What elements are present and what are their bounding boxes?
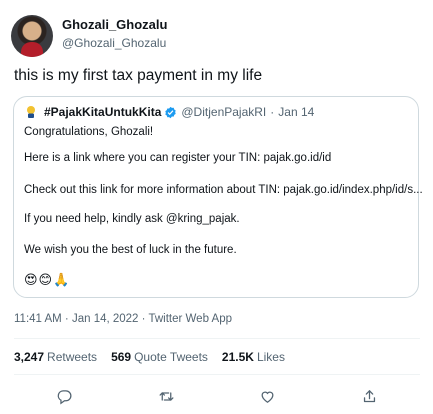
quoted-line-info: Check out this link for more information… <box>24 184 423 196</box>
retweet-button[interactable] <box>154 384 178 408</box>
action-bar <box>14 384 420 408</box>
quoted-meta-separator: · <box>270 105 275 119</box>
likes-label: Likes <box>256 350 285 364</box>
quoted-line-greeting: Congratulations, Ghozali! <box>24 126 154 138</box>
reply-button[interactable] <box>52 384 76 408</box>
likes-count: 21.5K <box>221 350 254 364</box>
quote-tweets-label: Quote Tweets <box>134 350 208 364</box>
quoted-emojis: 😍😊🙏 <box>24 272 71 287</box>
quoted-line-wish: We wish you the best of luck in the futu… <box>24 244 237 256</box>
reply-icon <box>57 389 71 404</box>
quoted-line-help: If you need help, kindly ask @kring_paja… <box>24 213 240 225</box>
author-block: Ghozali_Ghozalu @Ghozali_Ghozalu <box>62 16 167 52</box>
retweet-icon <box>158 391 174 401</box>
quoted-line-register: Here is a link where you can register yo… <box>24 152 332 164</box>
tweet-text: this is my first tax payment in my life <box>14 67 263 84</box>
quote-tweets-stat[interactable]: 569 Quote Tweets <box>111 350 208 364</box>
share-icon <box>363 389 375 402</box>
tweet-timestamp[interactable]: 11:41 AM · Jan 14, 2022 · Twitter Web Ap… <box>14 313 232 325</box>
divider <box>14 338 420 339</box>
author-handle[interactable]: @Ghozali_Ghozalu <box>62 34 167 52</box>
likes-stat[interactable]: 21.5K Likes <box>222 350 285 364</box>
quoted-tweet[interactable]: #PajakKitaUntukKita @DitjenPajakRI · Jan… <box>13 96 423 298</box>
ditjen-pajak-logo-icon[interactable] <box>24 105 38 119</box>
like-button[interactable] <box>255 384 279 408</box>
verified-badge-icon <box>165 106 177 118</box>
avatar[interactable] <box>11 15 53 57</box>
share-button[interactable] <box>357 384 381 408</box>
quoted-tweet-header: #PajakKitaUntukKita @DitjenPajakRI · Jan… <box>24 105 314 119</box>
heart-icon <box>261 391 273 403</box>
quoted-author-handle[interactable]: @DitjenPajakRI <box>181 105 266 119</box>
divider <box>14 374 420 375</box>
engagement-stats: 3,247 Retweets 569 Quote Tweets 21.5K Likes <box>14 350 285 364</box>
quoted-date[interactable]: Jan 14 <box>278 105 314 119</box>
retweets-label: Retweets <box>47 350 98 364</box>
retweets-count: 3,247 <box>14 350 45 364</box>
quote-tweets-count: 569 <box>111 350 132 364</box>
retweets-stat[interactable]: 3,247 Retweets <box>14 350 97 364</box>
author-name[interactable]: Ghozali_Ghozalu <box>62 16 167 34</box>
quoted-author-name[interactable]: #PajakKitaUntukKita <box>44 105 161 119</box>
